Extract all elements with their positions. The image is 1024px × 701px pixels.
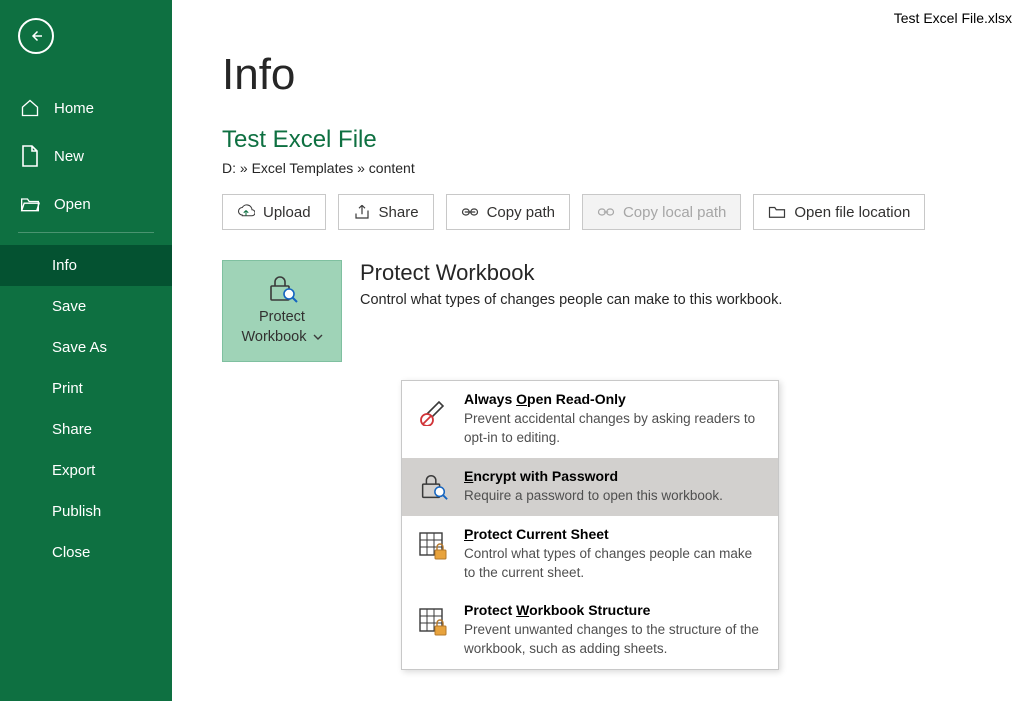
back-button[interactable] bbox=[18, 18, 54, 54]
sidebar-item-label: Save As bbox=[52, 339, 107, 356]
dropdown-description: Require a password to open this workbook… bbox=[464, 487, 764, 506]
section-heading: Protect Workbook bbox=[360, 260, 782, 286]
sidebar-item-export[interactable]: Export bbox=[0, 450, 172, 491]
backstage-sidebar: Home New Open Info Save Save As Print Sh… bbox=[0, 0, 172, 701]
breadcrumb: D: » Excel Templates » content bbox=[222, 160, 1024, 176]
sidebar-item-label: Open bbox=[54, 196, 91, 213]
button-label: Upload bbox=[263, 204, 311, 221]
sidebar-item-label: Close bbox=[52, 544, 90, 561]
dropdown-title: Protect Current Sheet bbox=[464, 526, 764, 542]
dropdown-title: Protect Workbook Structure bbox=[464, 602, 764, 618]
dropdown-description: Prevent unwanted changes to the structur… bbox=[464, 621, 764, 659]
dropdown-item-protect-structure[interactable]: Protect Workbook Structure Prevent unwan… bbox=[402, 592, 778, 669]
sidebar-item-share[interactable]: Share bbox=[0, 409, 172, 450]
sidebar-item-label: Print bbox=[52, 380, 83, 397]
sidebar-item-save-as[interactable]: Save As bbox=[0, 327, 172, 368]
home-icon bbox=[20, 98, 40, 118]
sidebar-item-open[interactable]: Open bbox=[0, 180, 172, 228]
open-file-location-button[interactable]: Open file location bbox=[753, 194, 925, 230]
sidebar-item-publish[interactable]: Publish bbox=[0, 491, 172, 532]
action-buttons-row: Upload Share Copy path Copy local path O… bbox=[222, 194, 1024, 230]
dropdown-item-read-only[interactable]: Always Open Read-Only Prevent accidental… bbox=[402, 381, 778, 458]
sidebar-item-label: Share bbox=[52, 421, 92, 438]
protect-workbook-button[interactable]: Protect Workbook bbox=[222, 260, 342, 362]
dropdown-text: Protect Current Sheet Control what types… bbox=[464, 526, 764, 583]
lock-magnify-icon bbox=[265, 274, 299, 304]
window-filename: Test Excel File.xlsx bbox=[894, 10, 1012, 26]
workbook-lock-icon bbox=[416, 604, 450, 638]
sidebar-item-new[interactable]: New bbox=[0, 132, 172, 180]
button-label: Copy path bbox=[487, 204, 555, 221]
folder-icon bbox=[768, 203, 786, 221]
backstage-main: Test Excel File.xlsx Info Test Excel Fil… bbox=[172, 0, 1024, 701]
sidebar-item-label: Info bbox=[52, 257, 77, 274]
sidebar-item-print[interactable]: Print bbox=[0, 368, 172, 409]
link-icon bbox=[597, 203, 615, 221]
protect-section-text: Protect Workbook Control what types of c… bbox=[360, 260, 782, 308]
button-label: Copy local path bbox=[623, 204, 726, 221]
dropdown-description: Prevent accidental changes by asking rea… bbox=[464, 410, 764, 448]
sidebar-item-close[interactable]: Close bbox=[0, 532, 172, 573]
upload-cloud-icon bbox=[237, 203, 255, 221]
lock-magnify-icon bbox=[416, 470, 450, 504]
dropdown-title: Encrypt with Password bbox=[464, 468, 764, 484]
new-file-icon bbox=[20, 146, 40, 166]
sidebar-item-label: Export bbox=[52, 462, 95, 479]
page-title: Info bbox=[222, 50, 1024, 100]
sidebar-item-label: Home bbox=[54, 100, 94, 117]
dropdown-text: Always Open Read-Only Prevent accidental… bbox=[464, 391, 764, 448]
protect-workbook-section: Protect Workbook Protect Workbook Contro… bbox=[222, 260, 1024, 362]
chevron-down-icon bbox=[313, 333, 323, 341]
copy-path-button[interactable]: Copy path bbox=[446, 194, 570, 230]
dropdown-title: Always Open Read-Only bbox=[464, 391, 764, 407]
upload-button[interactable]: Upload bbox=[222, 194, 326, 230]
sidebar-item-label: Save bbox=[52, 298, 86, 315]
protect-button-label: Protect Workbook bbox=[235, 308, 328, 347]
share-button[interactable]: Share bbox=[338, 194, 434, 230]
sidebar-item-save[interactable]: Save bbox=[0, 286, 172, 327]
dropdown-description: Control what types of changes people can… bbox=[464, 545, 764, 583]
document-title: Test Excel File bbox=[222, 126, 1024, 154]
dropdown-item-protect-sheet[interactable]: Protect Current Sheet Control what types… bbox=[402, 516, 778, 593]
dropdown-item-encrypt[interactable]: Encrypt with Password Require a password… bbox=[402, 458, 778, 516]
sheet-lock-icon bbox=[416, 528, 450, 562]
button-label: Share bbox=[379, 204, 419, 221]
section-description: Control what types of changes people can… bbox=[360, 292, 782, 308]
sidebar-item-home[interactable]: Home bbox=[0, 84, 172, 132]
sidebar-item-label: New bbox=[54, 148, 84, 165]
sidebar-item-info[interactable]: Info bbox=[0, 245, 172, 286]
copy-local-path-button: Copy local path bbox=[582, 194, 741, 230]
share-icon bbox=[353, 203, 371, 221]
dropdown-text: Protect Workbook Structure Prevent unwan… bbox=[464, 602, 764, 659]
pencil-prohibit-icon bbox=[416, 393, 450, 427]
protect-workbook-dropdown: Always Open Read-Only Prevent accidental… bbox=[401, 380, 779, 670]
button-label: Open file location bbox=[794, 204, 910, 221]
sidebar-item-label: Publish bbox=[52, 503, 101, 520]
open-folder-icon bbox=[20, 194, 40, 214]
link-icon bbox=[461, 203, 479, 221]
sidebar-divider bbox=[18, 232, 154, 233]
dropdown-text: Encrypt with Password Require a password… bbox=[464, 468, 764, 506]
back-arrow-icon bbox=[27, 27, 45, 45]
